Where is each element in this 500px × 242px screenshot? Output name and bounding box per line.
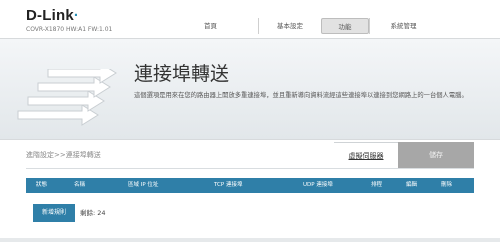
col-edit: 編輯 bbox=[406, 182, 418, 188]
page-banner: 連接埠轉送 這個選項是用來在您的路由器上開放多重連接埠，並且重新導向資料流經這些… bbox=[0, 38, 500, 140]
nav-settings[interactable]: 基本設定 bbox=[258, 18, 321, 34]
col-tcp-port: TCP 連接埠 bbox=[214, 182, 243, 188]
nav-management[interactable]: 系統管理 bbox=[369, 18, 437, 34]
divider bbox=[26, 168, 474, 169]
dlink-logo: D-Link· bbox=[26, 8, 79, 23]
model-info: COVR-X1870 HW:A1 FW:1.01 bbox=[26, 26, 113, 33]
virtual-server-link[interactable]: 虛擬伺服器 bbox=[334, 142, 398, 168]
toolbar: 虛擬伺服器 儲存 bbox=[334, 142, 474, 168]
nav-home[interactable]: 首頁 bbox=[163, 18, 258, 34]
save-button[interactable]: 儲存 bbox=[398, 142, 474, 168]
col-name: 名稱 bbox=[74, 182, 86, 188]
col-udp-port: UDP 連接埠 bbox=[303, 182, 333, 188]
logo-dot: · bbox=[73, 7, 80, 24]
col-schedule: 排程 bbox=[371, 182, 383, 188]
add-rule-button[interactable]: 新增規則 bbox=[33, 204, 75, 222]
col-delete: 刪除 bbox=[441, 182, 453, 188]
breadcrumb: 進階設定>>連接埠轉送 bbox=[26, 151, 101, 159]
col-local-ip: 區域 IP 位址 bbox=[128, 182, 159, 188]
logo-text: D-Link bbox=[26, 7, 74, 24]
footer-bar bbox=[0, 238, 500, 242]
nav-features[interactable]: 功能 bbox=[321, 18, 369, 34]
page-description: 這個選項是用來在您的路由器上開放多重連接埠，並且重新導向資料流經這些連接埠以連接… bbox=[134, 92, 468, 99]
rules-table-header: 狀態 名稱 區域 IP 位址 TCP 連接埠 UDP 連接埠 排程 編輯 刪除 bbox=[26, 178, 474, 193]
page-title: 連接埠轉送 bbox=[134, 63, 230, 85]
header: D-Link· COVR-X1870 HW:A1 FW:1.01 首頁 基本設定… bbox=[0, 0, 500, 38]
col-status: 狀態 bbox=[36, 182, 48, 188]
top-nav: 首頁 基本設定 功能 系統管理 bbox=[163, 18, 437, 34]
remaining-count: 剩餘: 24 bbox=[80, 209, 106, 217]
port-forwarding-arrows-icon bbox=[17, 69, 117, 126]
